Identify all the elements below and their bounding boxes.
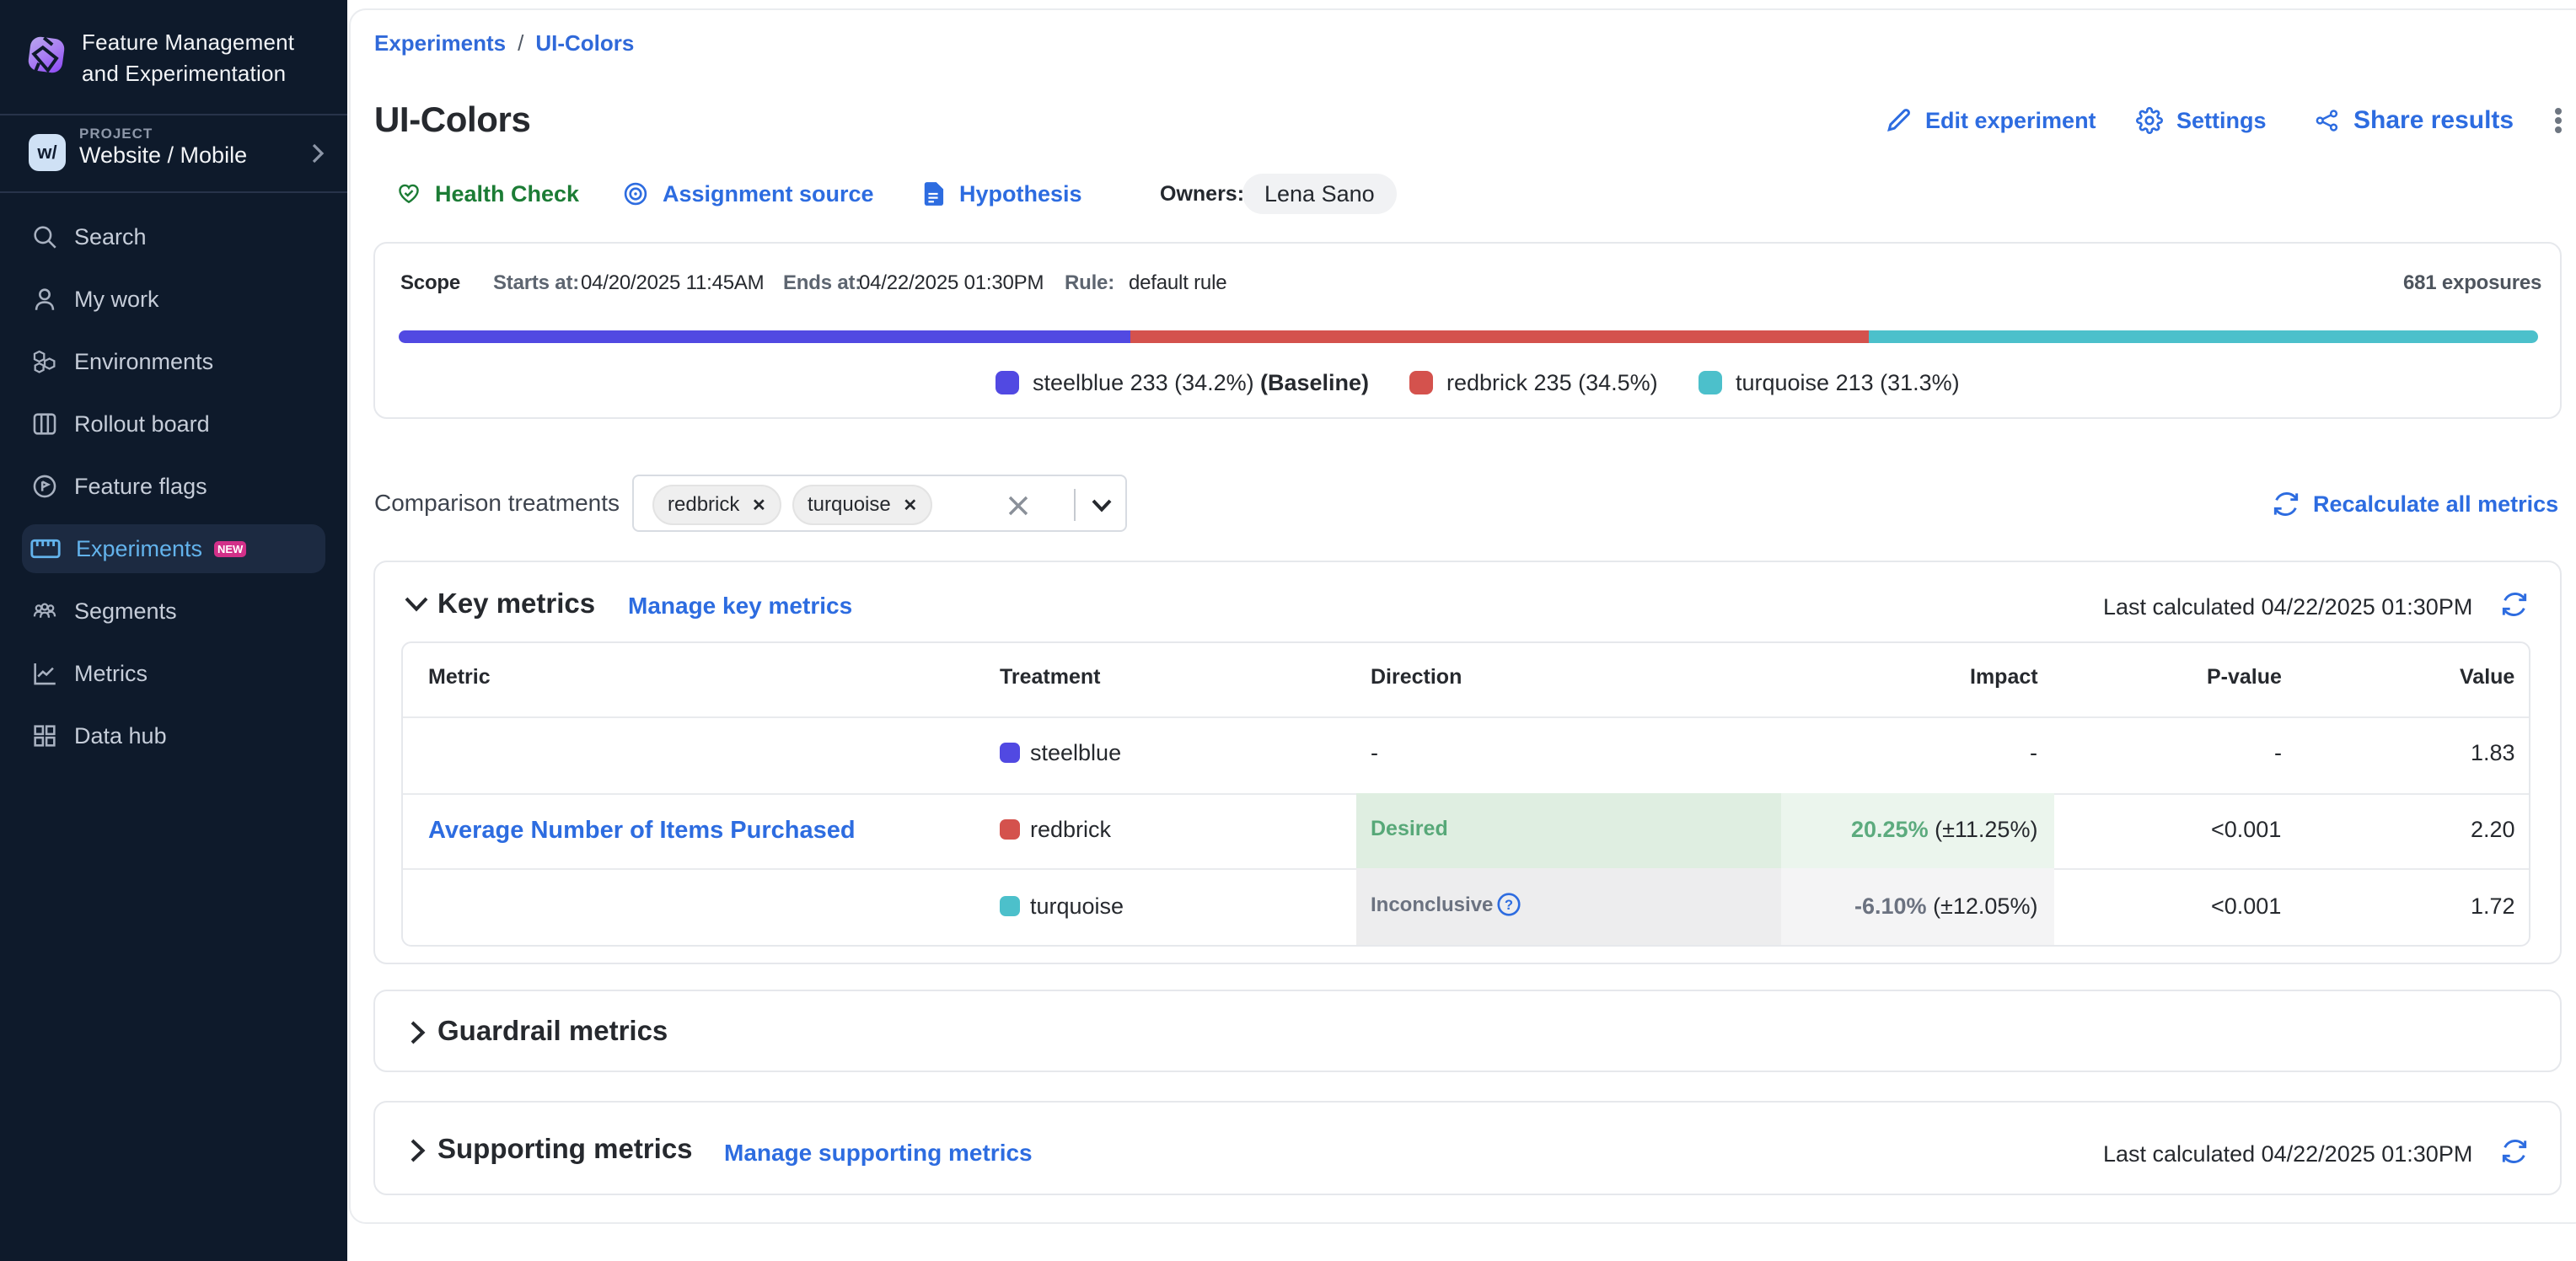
svg-text:?: ?	[1505, 897, 1513, 913]
